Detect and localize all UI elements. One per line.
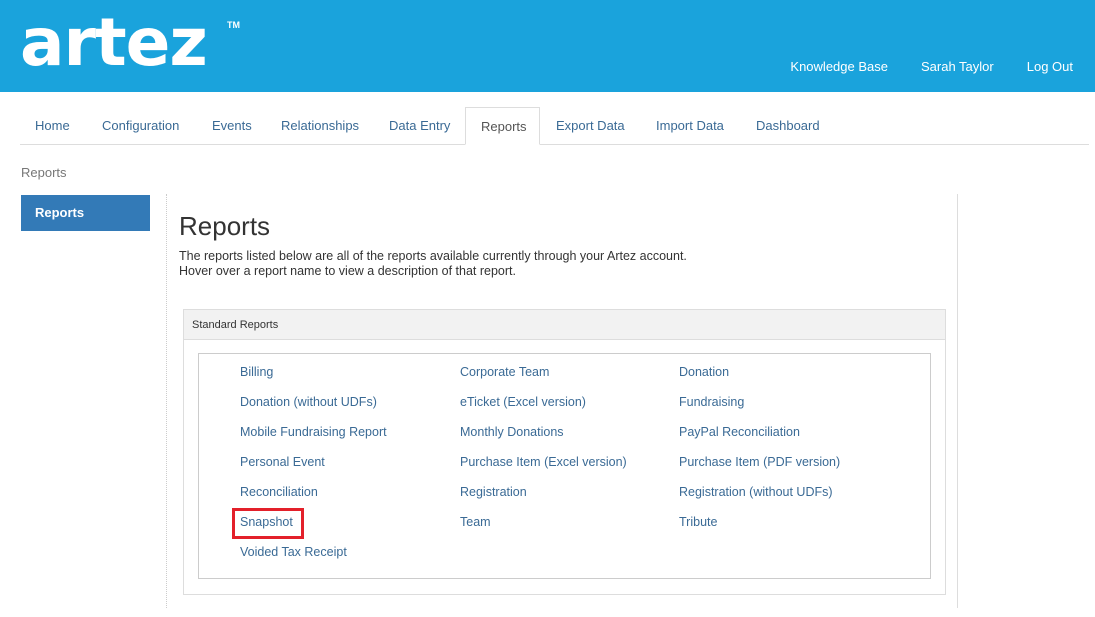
snapshot-highlight-box — [232, 508, 304, 539]
report-link-purchase-item-pdf[interactable]: Purchase Item (PDF version) — [679, 455, 840, 469]
tab-dashboard[interactable]: Dashboard — [741, 107, 835, 145]
tab-data-entry[interactable]: Data Entry — [374, 107, 465, 145]
knowledge-base-link[interactable]: Knowledge Base — [790, 59, 888, 74]
tab-configuration[interactable]: Configuration — [87, 107, 194, 145]
report-link-billing[interactable]: Billing — [240, 365, 273, 379]
panel-title: Standard Reports — [184, 310, 945, 340]
logo-text: artez — [20, 4, 208, 81]
report-link-paypal-reconciliation[interactable]: PayPal Reconciliation — [679, 425, 800, 439]
tab-events[interactable]: Events — [197, 107, 267, 145]
report-link-voided-tax-receipt[interactable]: Voided Tax Receipt — [240, 545, 347, 559]
report-link-mobile-fundraising[interactable]: Mobile Fundraising Report — [240, 425, 387, 439]
report-link-donation-without-udfs[interactable]: Donation (without UDFs) — [240, 395, 377, 409]
report-link-purchase-item-excel[interactable]: Purchase Item (Excel version) — [460, 455, 627, 469]
page-description: The reports listed below are all of the … — [179, 249, 687, 279]
report-link-eticket-excel[interactable]: eTicket (Excel version) — [460, 395, 586, 409]
breadcrumb: Reports — [21, 165, 67, 180]
description-line-2: Hover over a report name to view a descr… — [179, 264, 516, 278]
user-name-link[interactable]: Sarah Taylor — [921, 59, 994, 74]
artez-logo[interactable]: artez TM — [20, 8, 242, 84]
report-link-reconciliation[interactable]: Reconciliation — [240, 485, 318, 499]
report-link-monthly-donations[interactable]: Monthly Donations — [460, 425, 564, 439]
logo-trademark: TM — [227, 20, 240, 30]
report-link-corporate-team[interactable]: Corporate Team — [460, 365, 549, 379]
main-tabs: Home Configuration Events Relationships … — [20, 107, 1089, 145]
tab-reports[interactable]: Reports — [465, 107, 540, 145]
report-link-registration[interactable]: Registration — [460, 485, 527, 499]
log-out-link[interactable]: Log Out — [1027, 59, 1073, 74]
tab-export-data[interactable]: Export Data — [541, 107, 640, 145]
report-link-donation[interactable]: Donation — [679, 365, 729, 379]
top-header: artez TM Knowledge Base Sarah Taylor Log… — [0, 0, 1095, 92]
tab-import-data[interactable]: Import Data — [641, 107, 739, 145]
sidebar-item-reports[interactable]: Reports — [21, 195, 150, 231]
tab-relationships[interactable]: Relationships — [266, 107, 374, 145]
top-nav: Knowledge Base Sarah Taylor Log Out — [757, 59, 1073, 74]
report-link-tribute[interactable]: Tribute — [679, 515, 717, 529]
report-link-personal-event[interactable]: Personal Event — [240, 455, 325, 469]
report-link-team[interactable]: Team — [460, 515, 491, 529]
description-line-1: The reports listed below are all of the … — [179, 249, 687, 263]
report-link-fundraising[interactable]: Fundraising — [679, 395, 744, 409]
page-title: Reports — [179, 211, 271, 241]
report-link-registration-without-udfs[interactable]: Registration (without UDFs) — [679, 485, 833, 499]
tab-home[interactable]: Home — [20, 107, 85, 145]
